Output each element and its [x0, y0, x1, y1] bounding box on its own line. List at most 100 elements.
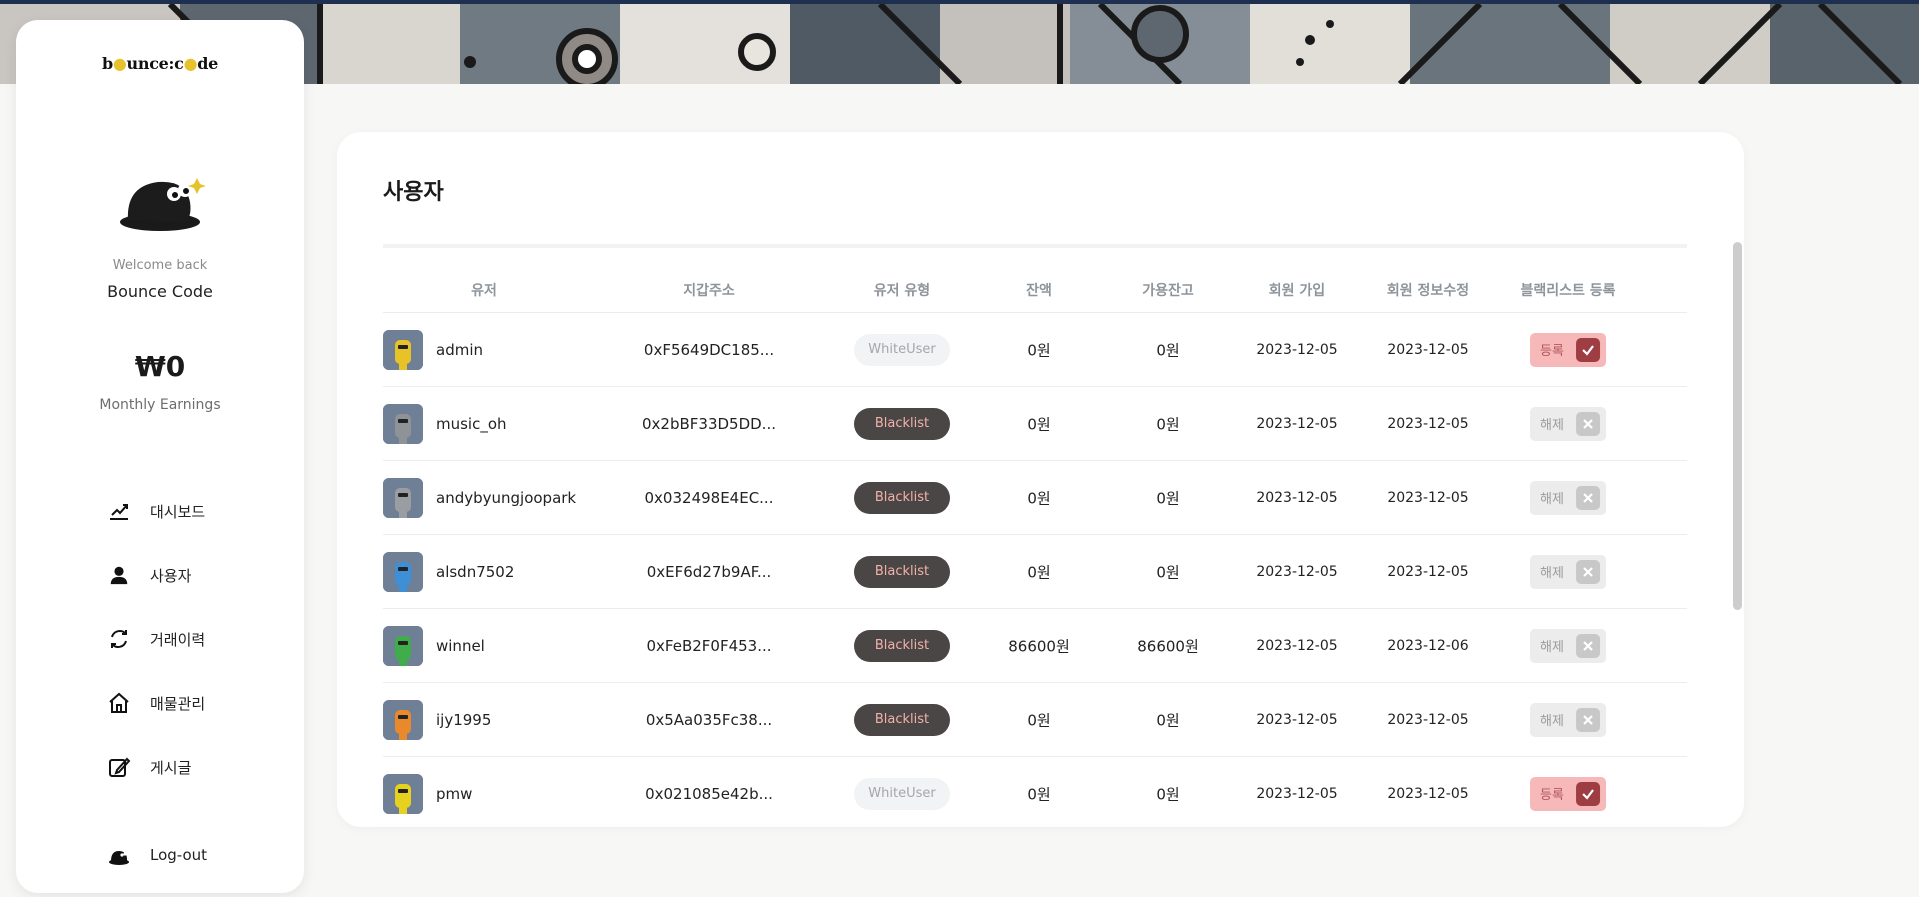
close-icon	[1575, 411, 1600, 436]
available-balance-value: 0원	[1156, 711, 1180, 729]
joined-date: 2023-12-05	[1256, 711, 1338, 728]
table-header-divider	[383, 244, 1687, 248]
nav-item-label: 매물관리	[150, 694, 206, 713]
user-type-badge: Blacklist	[854, 481, 950, 514]
balance-value: 0원	[1027, 785, 1051, 803]
user-type-badge: WhiteUser	[854, 777, 950, 810]
user-type-cell: Blacklist	[854, 481, 950, 514]
close-icon	[1575, 707, 1600, 732]
monthly-earnings-value: ₩0	[134, 350, 186, 383]
user-type-cell: WhiteUser	[854, 333, 950, 366]
close-icon	[1575, 559, 1600, 584]
house-icon	[106, 690, 132, 716]
close-icon	[1575, 633, 1600, 658]
available-balance-value: 0원	[1156, 785, 1180, 803]
blacklist-toggle-label: 해제	[1540, 714, 1564, 729]
user-name: alsdn7502	[436, 562, 515, 581]
available-balance-value: 0원	[1156, 489, 1180, 507]
nav-item-dashboard[interactable]: 대시보드	[106, 491, 276, 531]
user-type-cell: Blacklist	[854, 703, 950, 736]
balance-value: 0원	[1027, 341, 1051, 359]
nav-item-label: 사용자	[150, 566, 192, 585]
joined-date: 2023-12-05	[1256, 415, 1338, 432]
welcome-text: Welcome back	[112, 258, 208, 273]
user-name: ijy1995	[436, 710, 492, 729]
blacklist-toggle-label: 해제	[1540, 640, 1564, 655]
available-balance-value: 0원	[1156, 563, 1180, 581]
blacklist-toggle-button[interactable]: 등록	[1530, 332, 1606, 367]
avatar	[383, 478, 423, 518]
wallet-address: 0xF5649DC185...	[643, 340, 775, 359]
balance-value: 0원	[1027, 711, 1051, 729]
blacklist-toggle-label: 등록	[1540, 344, 1564, 359]
nav-item-label: 대시보드	[150, 502, 206, 521]
joined-date: 2023-12-05	[1256, 563, 1338, 580]
avatar	[383, 700, 423, 740]
avatar	[383, 330, 423, 370]
blacklist-toggle-button[interactable]: 등록	[1530, 776, 1606, 811]
updated-date: 2023-12-05	[1387, 711, 1469, 728]
monthly-earnings-label: Monthly Earnings	[99, 397, 221, 413]
users-table-body: admin 0xF5649DC185... WhiteUser 0원 0원 20…	[383, 312, 1687, 827]
blacklist-toggle-label: 해제	[1540, 566, 1564, 581]
logout-label: Log-out	[150, 846, 208, 864]
available-balance-value: 0원	[1156, 415, 1180, 433]
user-name: winnel	[436, 636, 485, 655]
blacklist-toggle-label: 해제	[1540, 418, 1564, 433]
blacklist-toggle-button[interactable]: 해제	[1530, 480, 1606, 515]
blacklist-cell: 해제	[1530, 554, 1606, 589]
blacklist-toggle-button[interactable]: 해제	[1530, 702, 1606, 737]
brand-logo[interactable]: b●unce:c●de	[16, 54, 304, 73]
edit-icon	[106, 754, 132, 780]
user-type-badge: Blacklist	[854, 703, 950, 736]
nav-item-posts[interactable]: 게시글	[106, 747, 276, 787]
blacklist-cell: 해제	[1530, 628, 1606, 663]
balance-value: 0원	[1027, 489, 1051, 507]
wallet-address: 0xFeB2F0F453...	[646, 636, 772, 655]
users-card: 사용자 유저 지갑주소 유저 유형 잔액 가용잔고 회원 가입 회원 정보수정 …	[337, 132, 1744, 827]
blacklist-cell: 해제	[1530, 480, 1606, 515]
nav-item-users[interactable]: 사용자	[106, 555, 276, 595]
updated-date: 2023-12-05	[1387, 563, 1469, 580]
user-type-cell: WhiteUser	[854, 777, 950, 810]
blacklist-toggle-button[interactable]: 해제	[1530, 628, 1606, 663]
sidebar: b●unce:c●de Welcome back Bounce Code ₩0 …	[16, 20, 304, 893]
check-icon	[1575, 337, 1600, 362]
available-balance-value: 0원	[1156, 341, 1180, 359]
nav-item-listings[interactable]: 매물관리	[106, 683, 276, 723]
table-row: alsdn7502 0xEF6d27b9AF... Blacklist 0원 0…	[383, 534, 1687, 608]
joined-date: 2023-12-05	[1256, 637, 1338, 654]
blacklist-toggle-label: 해제	[1540, 492, 1564, 507]
blacklist-toggle-button[interactable]: 해제	[1530, 554, 1606, 589]
table-row: winnel 0xFeB2F0F453... Blacklist 86600원 …	[383, 608, 1687, 682]
avatar	[383, 404, 423, 444]
column-header-joined: 회원 가입	[1268, 283, 1326, 299]
column-header-blacklist: 블랙리스트 등록	[1520, 283, 1616, 299]
column-header-user-type: 유저 유형	[873, 283, 931, 299]
wallet-address: 0xEF6d27b9AF...	[646, 562, 772, 581]
user-name: pmw	[436, 784, 473, 803]
mole-mascot-image	[116, 150, 208, 242]
table-row: andybyungjoopark 0x032498E4EC... Blackli…	[383, 460, 1687, 534]
close-icon	[1575, 485, 1600, 510]
balance-value: 86600원	[1008, 637, 1070, 655]
user-type-badge: Blacklist	[854, 407, 950, 440]
username-text: Bounce Code	[107, 282, 213, 301]
logout-button[interactable]: Log-out	[106, 835, 276, 875]
nav-item-label: 거래이력	[150, 630, 206, 649]
wallet-address: 0x032498E4EC...	[644, 488, 774, 507]
avatar	[383, 626, 423, 666]
scrollbar[interactable]	[1733, 242, 1742, 610]
column-header-wallet: 지갑주소	[683, 283, 735, 299]
page-title: 사용자	[383, 180, 444, 205]
column-header-balance: 잔액	[1026, 283, 1052, 299]
blacklist-toggle-label: 등록	[1540, 788, 1564, 803]
blacklist-cell: 해제	[1530, 406, 1606, 441]
table-row: pmw 0x021085e42b... WhiteUser 0원 0원 2023…	[383, 756, 1687, 827]
logout-mole-icon	[106, 842, 132, 868]
table-row: music_oh 0x2bBF33D5DD... Blacklist 0원 0원…	[383, 386, 1687, 460]
nav-item-transactions[interactable]: 거래이력	[106, 619, 276, 659]
user-type-cell: Blacklist	[854, 555, 950, 588]
blacklist-cell: 등록	[1530, 776, 1606, 811]
blacklist-toggle-button[interactable]: 해제	[1530, 406, 1606, 441]
